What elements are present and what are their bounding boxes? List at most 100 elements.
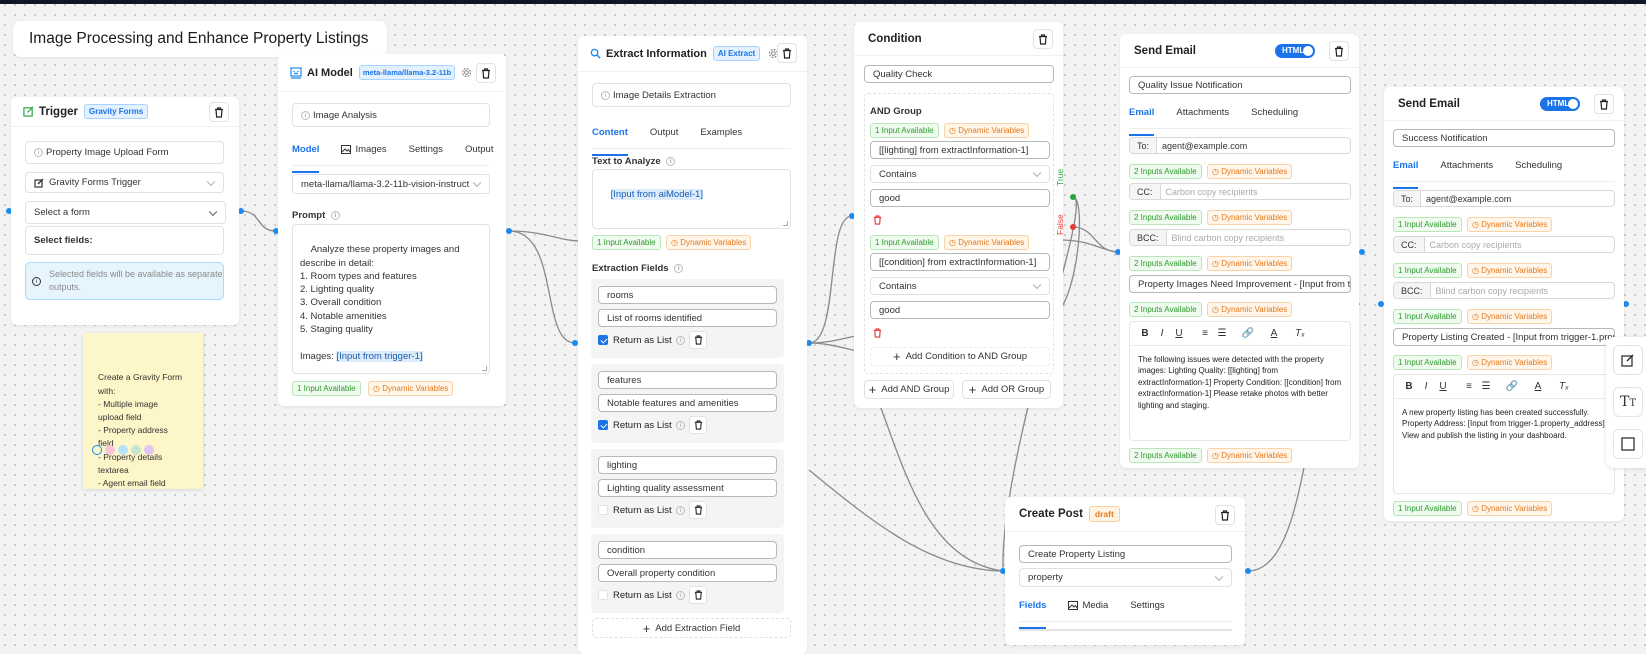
- extract-name-input[interactable]: i Image Details Extraction: [592, 83, 791, 107]
- field-description-input[interactable]: Overall property condition: [598, 564, 777, 582]
- color-dot-green[interactable]: [131, 445, 141, 455]
- operator-select[interactable]: Contains: [870, 277, 1050, 295]
- tab-fields[interactable]: Fields: [1019, 600, 1047, 629]
- underline-button[interactable]: U: [1172, 328, 1186, 339]
- text-color-button[interactable]: A: [1267, 328, 1281, 339]
- delete-node-button[interactable]: [1215, 505, 1235, 525]
- add-and-group-button[interactable]: + Add AND Group: [864, 380, 954, 399]
- return-as-list-checkbox[interactable]: [598, 505, 608, 515]
- field-name-input[interactable]: features: [598, 371, 777, 389]
- sticky-note[interactable]: Create a Gravity Form with: - Multiple i…: [83, 333, 203, 489]
- delete-field-button[interactable]: [689, 501, 707, 519]
- condition-node[interactable]: Condition Quality Check AND Group 1 Inpu…: [854, 22, 1063, 408]
- dynamic-variables-button[interactable]: ◷ Dynamic Variables: [1467, 501, 1553, 516]
- dynamic-variables-button[interactable]: ◷ Dynamic Variables: [1207, 164, 1293, 179]
- tab-attachments[interactable]: Attachments: [1440, 160, 1493, 181]
- field-name-input[interactable]: rooms: [598, 286, 777, 304]
- delete-node-button[interactable]: [476, 63, 496, 83]
- add-extraction-field-button[interactable]: + Add Extraction Field: [592, 618, 791, 638]
- return-as-list-checkbox[interactable]: [598, 590, 608, 600]
- bold-button[interactable]: B: [1402, 381, 1416, 392]
- email-body-text[interactable]: A new property listing has been created …: [1394, 399, 1614, 449]
- operator-select[interactable]: Contains: [870, 165, 1050, 183]
- add-or-group-button[interactable]: + Add OR Group: [962, 380, 1051, 399]
- delete-field-button[interactable]: [689, 416, 707, 434]
- dynamic-variables-button[interactable]: ◷ Dynamic Variables: [1207, 210, 1293, 225]
- to-field[interactable]: To: agent@example.com: [1393, 190, 1615, 207]
- dynamic-variables-button[interactable]: ◷ Dynamic Variables: [944, 235, 1030, 250]
- text-color-button[interactable]: A: [1531, 381, 1545, 392]
- send-email-quality-node[interactable]: Send Email HTML Quality Issue Notificati…: [1120, 34, 1359, 468]
- post-title-input[interactable]: Create Property Listing: [1019, 545, 1232, 563]
- color-dot-pink[interactable]: [105, 445, 115, 455]
- return-as-list-checkbox[interactable]: [598, 335, 608, 345]
- bcc-field[interactable]: BCC: Blind carbon copy recipients: [1129, 229, 1351, 246]
- delete-node-button[interactable]: [1594, 94, 1614, 114]
- clear-format-button[interactable]: Tₓ: [1293, 328, 1307, 339]
- dynamic-variables-button[interactable]: ◷ Dynamic Variables: [1467, 355, 1553, 370]
- color-dot-purple[interactable]: [144, 445, 154, 455]
- model-select[interactable]: meta-llama/llama-3.2-11b-vision-instruct: [292, 174, 490, 194]
- tab-settings[interactable]: Settings: [1130, 600, 1164, 621]
- dynamic-variables-button[interactable]: ◷ Dynamic Variables: [1207, 256, 1293, 271]
- field-name-input[interactable]: condition: [598, 541, 777, 559]
- dynamic-variables-button[interactable]: ◷ Dynamic Variables: [944, 123, 1030, 138]
- resize-handle[interactable]: [482, 366, 487, 371]
- email-name-input[interactable]: Quality Issue Notification: [1129, 76, 1351, 94]
- dynamic-variables-button[interactable]: ◷ Dynamic Variables: [368, 381, 454, 396]
- tab-model[interactable]: Model: [292, 144, 320, 173]
- create-post-node[interactable]: Create Post draft Create Property Listin…: [1005, 497, 1245, 645]
- clear-format-button[interactable]: Tₓ: [1557, 381, 1571, 392]
- prompt-textarea[interactable]: Analyze these property images and descri…: [292, 224, 490, 374]
- subject-input[interactable]: Property Listing Created - [Input from t…: [1393, 328, 1615, 346]
- cc-field[interactable]: CC: Carbon copy recipients: [1129, 183, 1351, 200]
- tab-email[interactable]: Email: [1393, 160, 1419, 189]
- add-text-button[interactable]: TT: [1613, 387, 1643, 417]
- color-dot-blue[interactable]: [118, 445, 128, 455]
- condition-field-input[interactable]: [[condition] from extractInformation-1]: [870, 253, 1050, 271]
- delete-node-button[interactable]: [777, 43, 797, 63]
- condition-name-input[interactable]: Quality Check: [864, 65, 1054, 83]
- bcc-field[interactable]: BCC: Blind carbon copy recipients: [1393, 282, 1615, 299]
- add-note-button[interactable]: [1613, 345, 1643, 375]
- link-button[interactable]: 🔗: [1241, 328, 1255, 339]
- trigger-node[interactable]: Trigger Gravity Forms i Property Image Up…: [11, 97, 239, 325]
- html-toggle[interactable]: HTML: [1540, 97, 1580, 111]
- color-dot-yellow[interactable]: [92, 445, 102, 455]
- condition-value-input[interactable]: good: [870, 301, 1050, 319]
- html-toggle[interactable]: HTML: [1275, 44, 1315, 58]
- extract-information-node[interactable]: Extract Information AI Extract i Image De…: [578, 36, 807, 654]
- tab-images[interactable]: Images: [341, 144, 387, 165]
- subject-input[interactable]: Property Images Need Improvement - [Inpu…: [1129, 275, 1351, 293]
- email-body-editor[interactable]: B I U ≡ ☰ 🔗 A Tₓ The following issues we…: [1129, 321, 1351, 441]
- post-type-select[interactable]: property: [1019, 568, 1232, 587]
- tab-settings[interactable]: Settings: [409, 144, 443, 165]
- condition-value-input[interactable]: good: [870, 189, 1050, 207]
- condition-field-input[interactable]: [[lighting] from extractInformation-1]: [870, 141, 1050, 159]
- tab-output[interactable]: Output: [650, 127, 679, 148]
- bullet-list-button[interactable]: ☰: [1479, 381, 1493, 392]
- add-shape-button[interactable]: [1613, 429, 1643, 459]
- field-description-input[interactable]: Notable features and amenities: [598, 394, 777, 412]
- link-button[interactable]: 🔗: [1505, 381, 1519, 392]
- dynamic-variables-button[interactable]: ◷ Dynamic Variables: [1207, 448, 1293, 463]
- trigger-type-select[interactable]: Gravity Forms Trigger: [25, 172, 224, 193]
- dynamic-variables-button[interactable]: ◷ Dynamic Variables: [1467, 217, 1553, 232]
- tab-output[interactable]: Output: [465, 144, 494, 165]
- underline-button[interactable]: U: [1436, 381, 1450, 392]
- to-field[interactable]: To: agent@example.com: [1129, 137, 1351, 154]
- delete-node-button[interactable]: [1033, 29, 1053, 49]
- email-body-text[interactable]: The following issues were detected with …: [1130, 346, 1350, 419]
- select-fields-box[interactable]: Select fields:: [25, 226, 224, 255]
- tab-attachments[interactable]: Attachments: [1176, 107, 1229, 128]
- add-condition-button[interactable]: + Add Condition to AND Group: [870, 347, 1050, 366]
- delete-node-button[interactable]: [209, 102, 229, 122]
- resize-handle[interactable]: [783, 221, 788, 226]
- tab-media[interactable]: Media: [1068, 600, 1108, 621]
- send-email-success-node[interactable]: Send Email HTML Success Notification Ema…: [1384, 87, 1624, 521]
- tab-content[interactable]: Content: [592, 127, 628, 156]
- text-to-analyze-textarea[interactable]: [Input from aiModel-1]: [592, 169, 791, 229]
- delete-node-button[interactable]: [1329, 41, 1349, 61]
- email-name-input[interactable]: Success Notification: [1393, 129, 1615, 147]
- dynamic-variables-button[interactable]: ◷ Dynamic Variables: [1467, 263, 1553, 278]
